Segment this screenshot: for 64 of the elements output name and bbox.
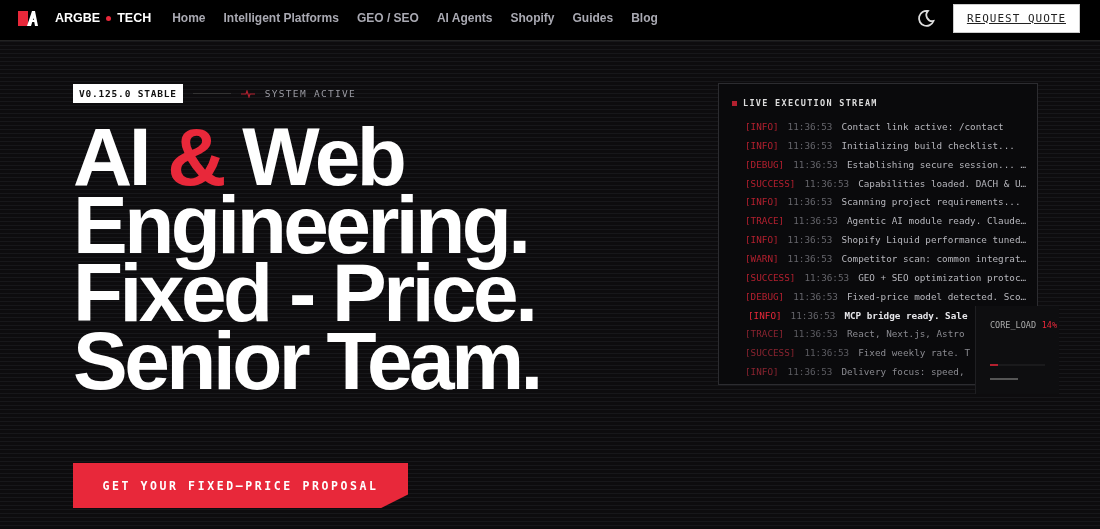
log-message: MCP bridge ready. Sale (844, 309, 968, 321)
log-time: 11:36:53 (804, 177, 850, 189)
log-time: 11:36:53 (787, 234, 833, 246)
log-level: [WARN] (745, 252, 779, 264)
nav-link[interactable]: AI Agents (427, 7, 502, 29)
log-level: [INFO] (748, 309, 782, 321)
logo-icon (18, 10, 38, 26)
moon-icon[interactable] (915, 8, 936, 28)
proposal-button[interactable]: GET YOUR FIXED–PRICE PROPOSAL (73, 463, 408, 508)
dot-icon (106, 15, 112, 21)
log-time: 11:36:53 (787, 139, 833, 151)
log-time: 11:36:53 (804, 347, 850, 359)
hero-headline: AI & Web Engineering. Fixed - Price. Senior Team. (73, 123, 540, 395)
log-level: [SUCCESS] (745, 177, 796, 189)
log-level: [INFO] (745, 196, 779, 208)
log-message: Shopify Liquid performance tuned… (841, 234, 1027, 246)
log-level: [TRACE] (745, 328, 785, 340)
brand-name: TECH (117, 11, 152, 25)
version-badge: V0.125.0 STABLE (73, 84, 183, 103)
nav-link[interactable]: Intelligent Platforms (214, 7, 348, 29)
load-reading: 14% (1041, 320, 1057, 330)
log-message: Delivery focus: speed, (841, 366, 965, 378)
log-message: React, Next.js, Astro (846, 328, 965, 340)
nav-link[interactable]: Guides (563, 7, 623, 29)
log-level: [INFO] (745, 139, 779, 151)
load-label: CORE_LOAD (990, 320, 1037, 330)
log-level: [INFO] (745, 366, 779, 378)
log-time: 11:36:53 (793, 290, 838, 302)
log-time: 11:36:53 (793, 158, 838, 170)
log-time: 11:36:53 (793, 215, 838, 227)
log-time: 11:36:53 (787, 366, 833, 378)
nav-link[interactable]: Blog (622, 7, 667, 29)
log-message: Capabilities loaded. DACH & U… (858, 177, 1027, 189)
log-message: Agentic AI module ready. Claude… (846, 215, 1027, 227)
log-message: Fixed-price model detected. Sco… (846, 290, 1027, 302)
log-message: Contact link active: /contact (841, 120, 1004, 132)
request-quote-button[interactable]: REQUEST QUOTE (952, 3, 1080, 33)
log-time: 11:36:53 (787, 252, 833, 264)
nav-link[interactable]: Shopify (501, 7, 564, 29)
pulse-icon (240, 89, 255, 98)
log-time: 11:36:53 (804, 271, 850, 283)
log-time: 11:36:53 (790, 309, 836, 321)
log-time: 11:36:53 (787, 120, 833, 132)
log-message: GEO + SEO optimization protoc… (858, 271, 1027, 283)
log-message: Scanning project requirements... (841, 196, 1021, 208)
nav-link[interactable]: GEO / SEO (347, 7, 428, 29)
log-time: 11:36:53 (793, 328, 838, 340)
brand-name: ARGBE (55, 11, 101, 25)
log-level: [SUCCESS] (745, 271, 796, 283)
stream-title: LIVE EXECUTION STREAM (743, 98, 878, 108)
log-message: Initializing build checklist... (841, 139, 1015, 151)
system-status: SYSTEM ACTIVE (264, 88, 357, 99)
log-level: [INFO] (745, 234, 779, 246)
log-level: [SUCCESS] (745, 347, 796, 359)
log-time: 11:36:53 (787, 196, 833, 208)
log-level: [DEBUG] (745, 158, 785, 170)
square-icon (732, 100, 737, 106)
log-level: [INFO] (745, 120, 779, 132)
log-message: Establishing secure session... … (846, 158, 1027, 170)
log-level: [DEBUG] (745, 290, 785, 302)
log-message: Competitor scan: common integrat… (841, 252, 1027, 264)
log-message: Fixed weekly rate. T (858, 347, 971, 359)
nav-link[interactable]: Home (163, 7, 215, 29)
log-level: [TRACE] (745, 215, 785, 227)
